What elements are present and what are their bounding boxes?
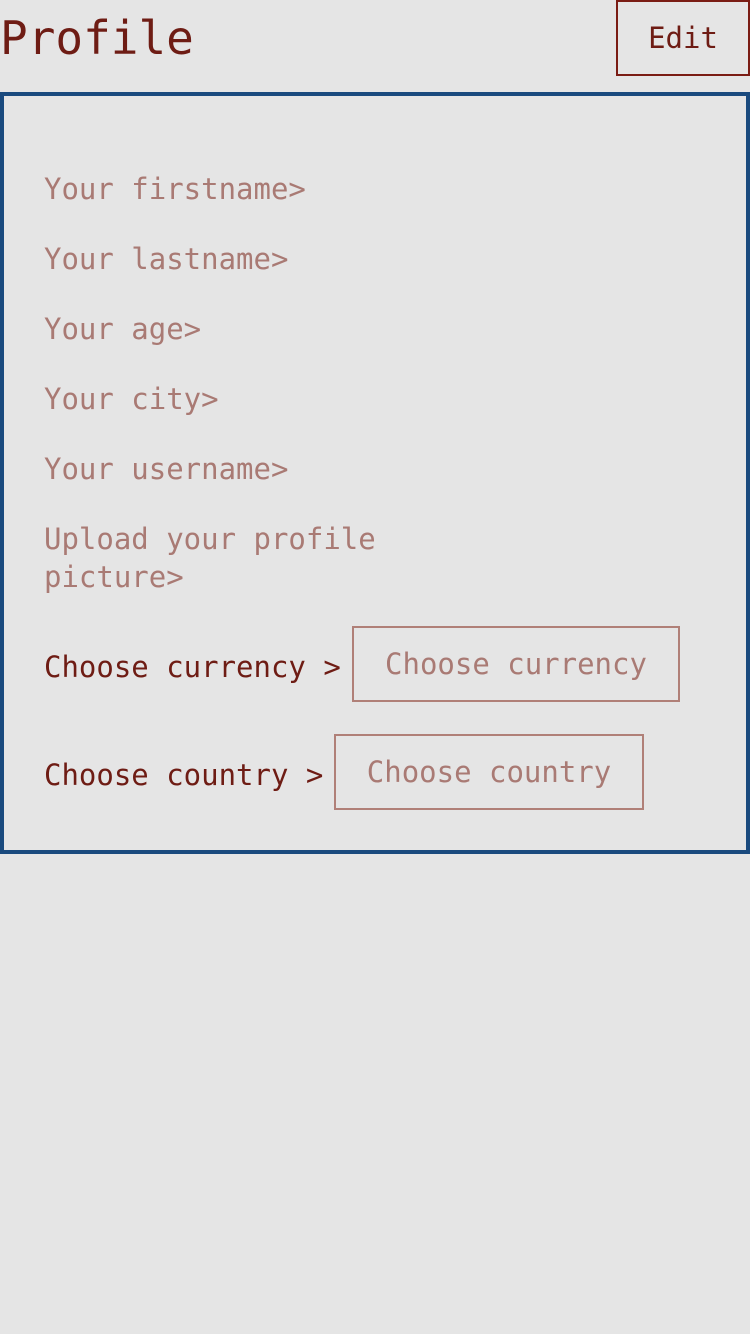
country-select[interactable]: Choose country (334, 734, 644, 810)
age-field[interactable]: Your age> (44, 310, 201, 348)
currency-label: Choose currency > (44, 650, 341, 684)
edit-button[interactable]: Edit (616, 0, 750, 76)
profile-form-card: Your firstname> Your lastname> Your age>… (0, 92, 750, 854)
username-field[interactable]: Your username> (44, 450, 288, 488)
firstname-field[interactable]: Your firstname> (44, 170, 306, 208)
page-title: Profile (0, 11, 194, 65)
profile-picture-upload[interactable]: Upload your profile picture> (44, 520, 404, 596)
city-field[interactable]: Your city> (44, 380, 219, 418)
country-label: Choose country > (44, 758, 324, 792)
currency-select[interactable]: Choose currency (352, 626, 680, 702)
lastname-field[interactable]: Your lastname> (44, 240, 288, 278)
